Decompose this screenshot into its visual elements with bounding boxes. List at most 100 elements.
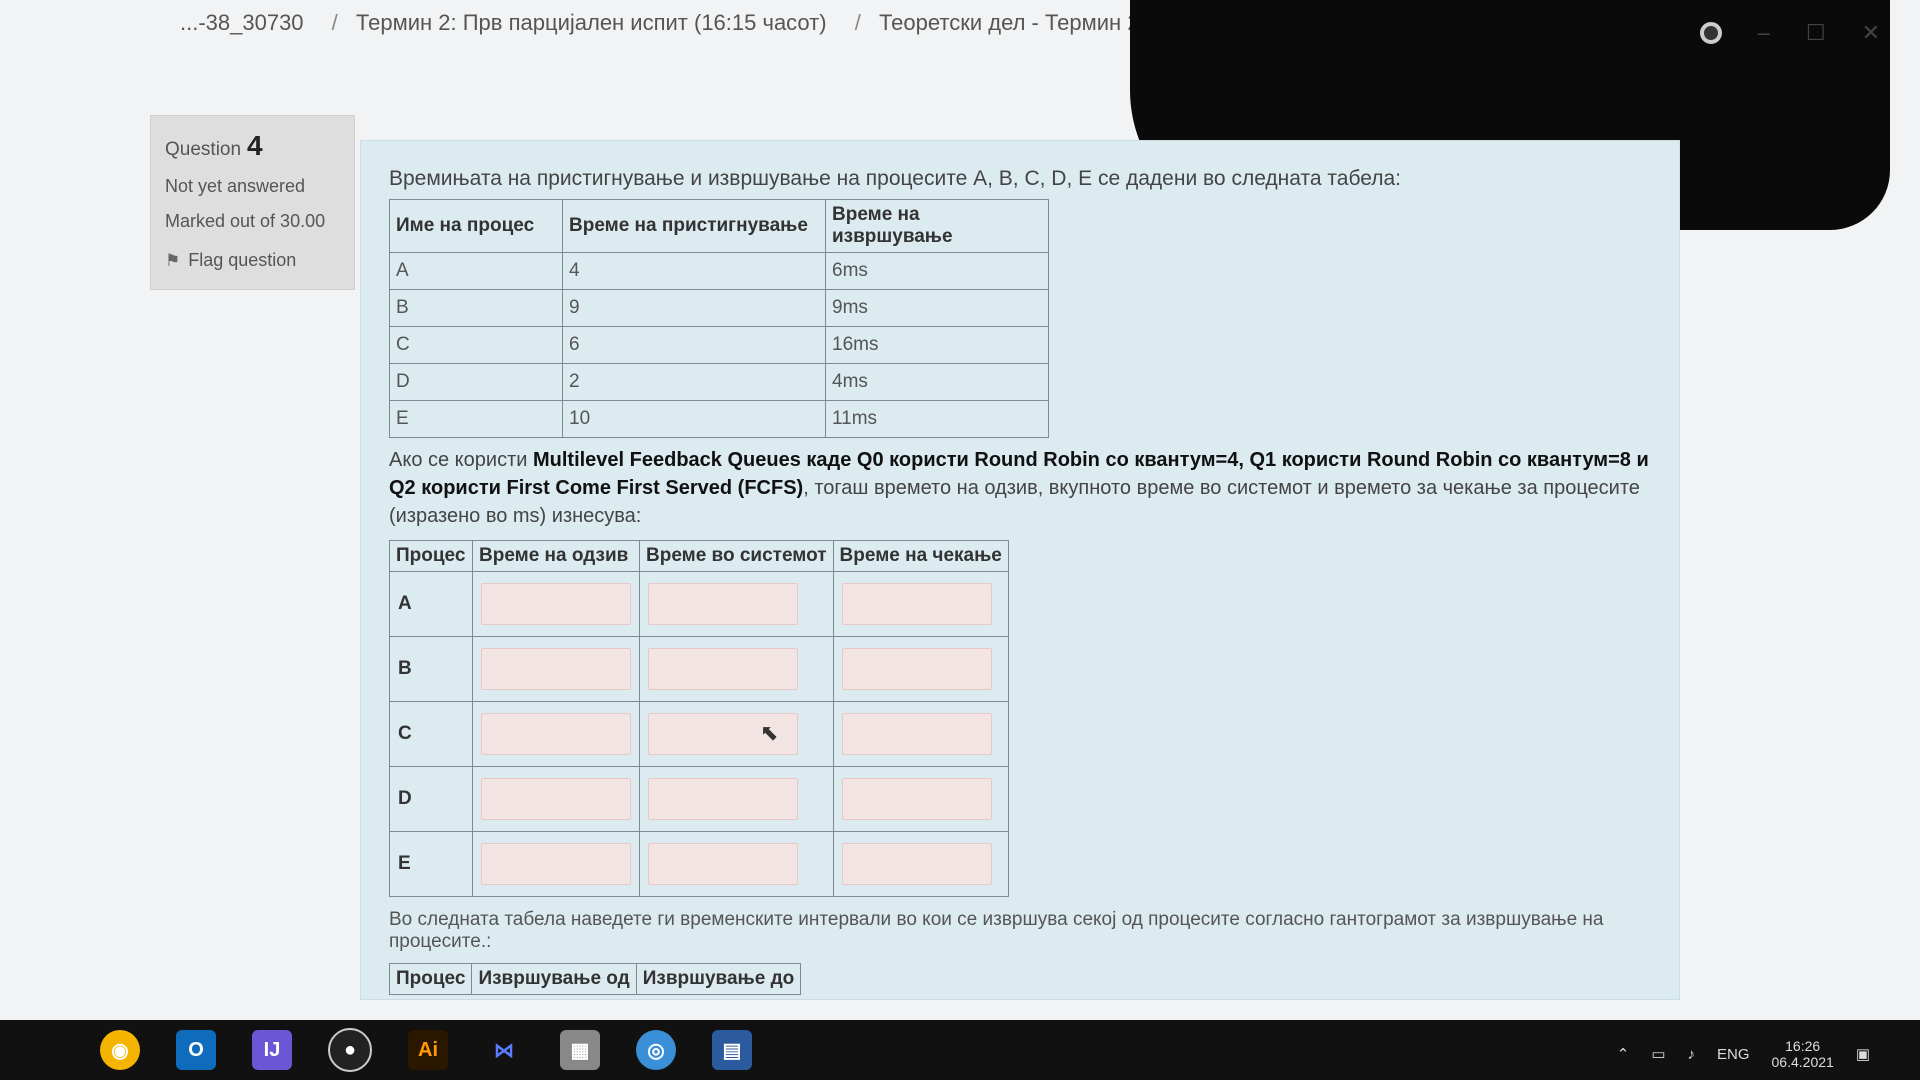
header-execution-from: Извршување од [471,963,637,995]
cell-waiting [832,636,1009,702]
clock-date: 06.4.2021 [1771,1054,1834,1070]
row-process-label: B [389,636,473,702]
waiting-time-input-a[interactable] [841,583,992,625]
header-turnaround-time: Време во системот [639,540,834,572]
waiting-time-input-d[interactable] [841,778,992,820]
intro-text: Времињата на пристигнување и извршување … [389,167,1401,190]
outlook-icon[interactable]: O [176,1030,216,1070]
response-time-input-d[interactable] [481,778,631,820]
window-controls: – ☐ ✕ [1699,20,1880,46]
network-icon[interactable]: ▭ [1651,1045,1665,1063]
question-content: Времињата на пристигнување и извршување … [360,140,1680,1000]
process-table-header: Име на процес Време на пристигнување Вре… [389,199,1049,253]
interval-table-header: Процес Извршување од Извршување до [388,963,802,995]
cell-burst: 9ms [825,289,1049,327]
turnaround-time-input-e[interactable] [648,843,798,885]
header-burst-time: Време на извршување [825,199,1049,253]
cell-response [472,766,640,832]
app-icon[interactable]: ▦ [560,1030,600,1070]
header-execution-to: Извршување до [635,963,802,995]
breadcrumb-item-course[interactable]: ...-38_30730 [180,10,304,35]
cell-response [472,701,640,767]
cell-response [472,636,640,702]
intellij-icon[interactable]: IJ [252,1030,292,1070]
cell-waiting [832,701,1009,767]
language-indicator[interactable]: ENG [1717,1046,1750,1063]
cell-arrival: 2 [562,363,826,401]
minimize-icon[interactable]: – [1758,20,1770,46]
flag-question-link[interactable]: ⚑ Flag question [165,250,340,271]
turnaround-time-input-a[interactable] [648,583,798,625]
notification-icon[interactable]: ▣ [1856,1045,1870,1063]
table-row: E 10 11ms [389,400,1049,438]
response-time-input-c[interactable] [481,713,631,755]
cell-turnaround [639,701,834,767]
cell-burst: 11ms [825,400,1049,438]
clock[interactable]: 16:26 06.4.2021 [1772,1038,1834,1070]
cell-waiting [832,766,1009,832]
cell-burst: 16ms [825,326,1049,364]
response-time-input-a[interactable] [481,583,631,625]
turnaround-time-input-d[interactable] [648,778,798,820]
question-info-panel: Question 4 Not yet answered Marked out of… [150,115,355,290]
record-icon[interactable] [1699,22,1722,44]
volume-icon[interactable]: ♪ [1688,1046,1696,1063]
system-tray: ⌃ ▭ ♪ ENG 16:26 06.4.2021 ▣ [1617,1038,1870,1070]
question-number: Question 4 [165,130,340,162]
row-process-label: D [389,766,473,832]
waiting-time-input-c[interactable] [841,713,992,755]
cell-process: C [389,326,563,364]
browser-page: ...-38_30730 / Термин 2: Прв парцијален … [0,0,1920,1080]
table-row: C [389,701,1009,767]
chrome-icon-2[interactable]: ◎ [636,1030,676,1070]
row-process-label: E [389,831,473,897]
mouse-cursor-icon: ⬉ [760,720,779,745]
clock-time: 16:26 [1785,1038,1821,1054]
cell-turnaround [639,766,834,832]
breadcrumb-separator: / [854,10,861,35]
header-process: Процес [388,963,473,995]
interval-table: Процес Извршување од Извршување до [388,963,802,995]
question-text-pre: Ако се користи [389,449,533,471]
header-waiting-time: Време на чекање [832,540,1009,572]
calculator-icon[interactable]: ▤ [712,1030,752,1070]
cell-waiting [832,831,1009,897]
illustrator-icon[interactable]: Ai [408,1030,448,1070]
answer-table: Процес Време на одзив Време во системот … [389,540,1009,897]
cell-response [472,571,640,637]
visual-studio-icon[interactable]: ⋈ [484,1030,524,1070]
cell-process: B [389,289,563,327]
process-table: Име на процес Време на пристигнување Вре… [389,199,1049,438]
table-row: A [389,571,1009,637]
waiting-time-input-b[interactable] [841,648,992,690]
maximize-icon[interactable]: ☐ [1806,20,1826,46]
cell-burst: 4ms [825,363,1049,401]
cell-arrival: 10 [562,400,826,438]
github-icon[interactable]: ● [328,1028,372,1072]
response-time-input-e[interactable] [481,843,631,885]
table-row: B [389,636,1009,702]
breadcrumb-separator: / [331,10,338,35]
chevron-up-icon[interactable]: ⌃ [1617,1045,1630,1063]
cell-arrival: 6 [562,326,826,364]
chrome-icon[interactable]: ◉ [100,1030,140,1070]
turnaround-time-input-b[interactable] [648,648,798,690]
question-number-value: 4 [247,130,263,161]
question-label: Question [165,139,242,160]
cell-turnaround [639,571,834,637]
response-time-input-b[interactable] [481,648,631,690]
cell-waiting [832,571,1009,637]
instruction-text: Во следната табела наведете ги временски… [389,909,1604,952]
breadcrumb-item-exam[interactable]: Термин 2: Прв парцијален испит (16:15 ча… [356,10,827,35]
cell-arrival: 9 [562,289,826,327]
waiting-time-input-e[interactable] [841,843,992,885]
header-process: Процес [389,540,473,572]
taskbar-apps: ◉ O IJ ● Ai ⋈ ▦ ◎ ▤ [100,1028,752,1072]
table-row: C 6 16ms [389,326,1049,364]
cell-response [472,831,640,897]
close-icon[interactable]: ✕ [1862,20,1880,46]
cell-process: A [389,252,563,290]
flag-icon: ⚑ [165,250,181,270]
question-status: Not yet answered [165,176,306,196]
header-response-time: Време на одзив [472,540,640,572]
